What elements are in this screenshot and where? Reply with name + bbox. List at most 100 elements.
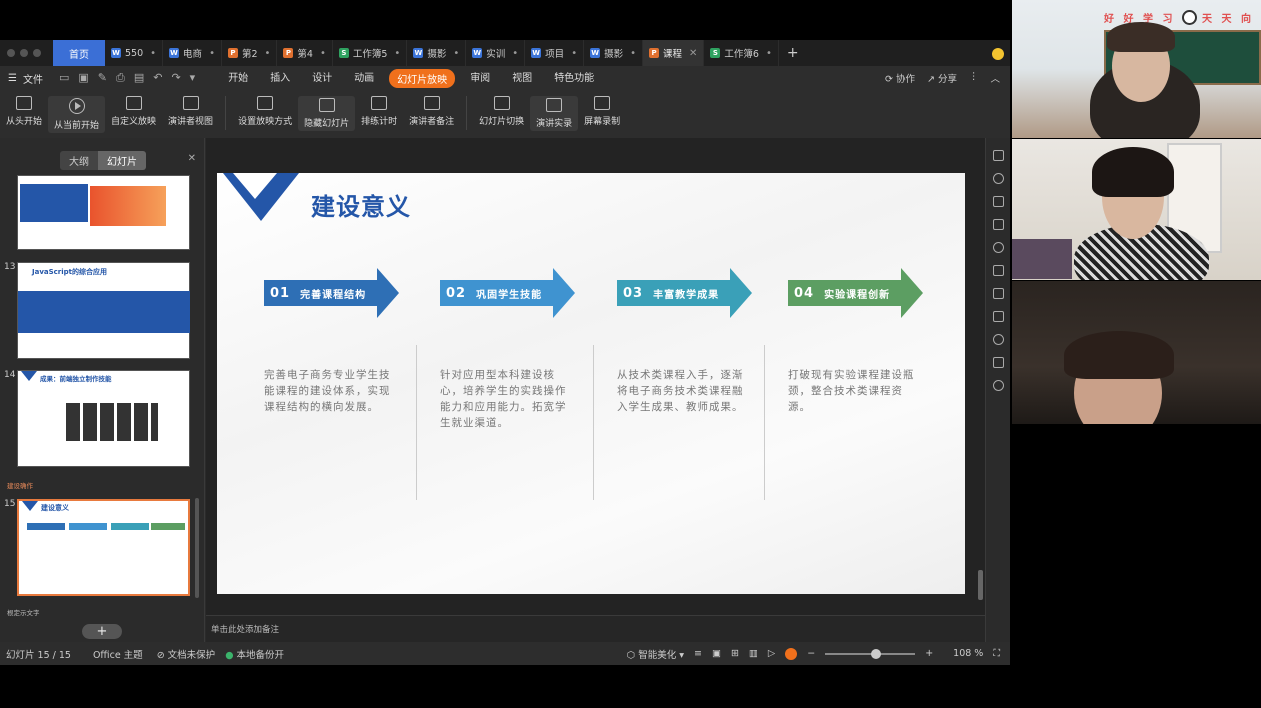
ribbon-button[interactable]: 从当前开始 [48,96,106,133]
collapse-ribbon-icon[interactable]: ︿ [990,71,1000,85]
notes-toggle-icon[interactable]: ≡ [694,648,702,659]
menu-item[interactable]: 幻灯片放映 [389,68,456,88]
record-icon[interactable] [785,647,798,660]
arrow-shape[interactable]: 01 完善课程结构 [264,268,399,318]
help-icon[interactable] [992,380,1004,391]
doc-tab[interactable]: P 课程 ✕ [643,40,705,66]
doc-tab[interactable]: W 电商 • [163,40,222,66]
settings-icon[interactable] [992,311,1004,322]
add-slide-button[interactable]: + [82,624,122,639]
menu-item[interactable]: 设计 [301,69,343,88]
doc-tab[interactable]: S 工作簿6 • [704,40,779,66]
slide-thumbnail-15[interactable]: 建设意义 [17,499,190,596]
unsaved-dot-icon[interactable]: • [571,48,577,59]
print-icon[interactable]: ⎙ [116,71,125,85]
preview-icon[interactable]: ▤ [134,71,144,85]
tab-home[interactable]: 首页 [53,40,105,66]
slide-title[interactable]: 建设意义 [311,187,411,222]
item-description[interactable]: 针对应用型本科建设核心，培养学生的实践操作能力和应用能力。拓宽学生就业渠道。 [440,367,568,431]
new-tab-button[interactable]: + [787,45,799,61]
ribbon-button[interactable]: 隐藏幻灯片 [298,96,356,131]
reading-view-icon[interactable]: ▥ [749,648,758,659]
more-icon[interactable]: ⋮ [969,71,979,85]
current-slide[interactable]: 建设意义 01 完善课程结构 完善电子商务专业学生技能课程的建设体系，实现课程结构的… [217,173,965,594]
doc-tab[interactable]: W 实训 • [466,40,526,66]
shape-icon[interactable] [992,173,1004,184]
menu-item[interactable]: 开始 [217,69,259,88]
menu-item[interactable]: 插入 [259,69,301,88]
unsaved-dot-icon[interactable]: • [265,48,271,59]
item-description[interactable]: 完善电子商务专业学生技能课程的建设体系，实现课程结构的横向发展。 [264,367,392,415]
close-icon[interactable]: ✕ [188,153,196,164]
ribbon-button[interactable]: 屏幕录制 [578,96,626,127]
zoom-out-icon[interactable]: − [807,648,815,659]
zoom-in-icon[interactable]: + [925,648,933,659]
open-icon[interactable]: ▭ [59,71,69,85]
arrow-shape[interactable]: 02 巩固学生技能 [440,268,575,318]
notes-field[interactable]: 单击此处添加备注 [206,615,985,642]
image-icon[interactable] [992,357,1004,368]
unsaved-dot-icon[interactable]: • [320,48,326,59]
history-icon[interactable] [992,334,1004,345]
arrow-shape[interactable]: 04 实验课程创新 [788,268,923,318]
backup-status[interactable]: ● 本地备份开 [225,647,284,661]
style-icon[interactable] [992,196,1004,207]
doc-tab[interactable]: W 550 • [105,40,164,66]
animation-icon[interactable] [992,288,1004,299]
doc-tab[interactable]: W 摄影 • [584,40,644,66]
menu-item[interactable]: 动画 [343,69,385,88]
arrow-shape[interactable]: 03 丰富教学成果 [617,268,752,318]
doc-tab[interactable]: S 工作簿5 • [333,40,408,66]
tab-outline[interactable]: 大纲 [60,151,98,170]
undo-icon[interactable]: ↶ [153,71,162,85]
unsaved-dot-icon[interactable]: • [394,48,400,59]
beautify-button[interactable]: ⬡ 智能美化 ▾ [627,647,684,661]
menu-item[interactable]: 视图 [501,69,543,88]
slide-thumbnail-14[interactable]: 成果：前端独立制作技能 [17,370,190,467]
dropdown-icon[interactable]: ▾ [190,71,196,85]
editor-scrollbar[interactable] [978,570,983,600]
sorter-view-icon[interactable]: ⊞ [731,648,739,659]
doc-tab[interactable]: W 摄影 • [407,40,467,66]
redo-icon[interactable]: ↷ [171,71,180,85]
ribbon-button[interactable]: 演讲者视图 [162,96,219,127]
ribbon-button[interactable]: 演讲实录 [530,96,579,131]
doc-tab[interactable]: W 项目 • [525,40,585,66]
section-label[interactable]: 根定示文字 [7,607,40,617]
zoom-slider[interactable] [825,648,916,659]
location-icon[interactable] [992,242,1004,253]
ribbon-button[interactable]: 演讲者备注 [403,96,460,127]
file-menu[interactable]: ☰ 文件 [8,71,43,86]
window-controls[interactable] [7,49,53,57]
normal-view-icon[interactable]: ▣ [712,648,721,659]
unsaved-dot-icon[interactable]: • [453,48,459,59]
unsaved-dot-icon[interactable]: • [512,48,518,59]
ribbon-button[interactable]: 排练计时 [355,96,403,127]
unsaved-dot-icon[interactable]: • [630,48,636,59]
close-tab-icon[interactable]: ✕ [689,48,697,59]
panel-scrollbar[interactable] [195,498,199,598]
ribbon-button[interactable]: 设置放映方式 [232,96,298,127]
tab-slides[interactable]: 幻灯片 [98,151,146,170]
ribbon-button[interactable]: 从头开始 [0,96,48,127]
menu-item[interactable]: 特色功能 [543,69,605,88]
copy-icon[interactable] [992,265,1004,276]
protect-status[interactable]: ⊘ 文档未保护 [157,647,216,661]
layers-icon[interactable] [992,150,1004,161]
format-painter-icon[interactable]: ✎ [98,71,107,85]
unsaved-dot-icon[interactable]: • [150,48,156,59]
menu-item[interactable]: 审阅 [459,69,501,88]
zoom-knob[interactable] [871,648,882,659]
user-avatar[interactable] [992,48,1004,60]
theme-name[interactable]: Office 主题 [93,647,143,661]
collab-button[interactable]: ⟳ 协作 [885,71,915,85]
chart-icon[interactable] [992,219,1004,230]
item-description[interactable]: 打破现有实验课程建设瓶颈，整合技术类课程资源。 [788,367,916,415]
doc-tab[interactable]: P 第4 • [277,40,333,66]
slide-thumbnail-12[interactable] [17,175,190,250]
save-icon[interactable]: ▣ [78,71,88,85]
ribbon-button[interactable]: 幻灯片切换 [473,96,530,127]
slideshow-icon[interactable]: ▷ [768,648,775,659]
zoom-level[interactable]: 108 % [953,648,983,659]
share-button[interactable]: ↗ 分享 [927,71,957,85]
